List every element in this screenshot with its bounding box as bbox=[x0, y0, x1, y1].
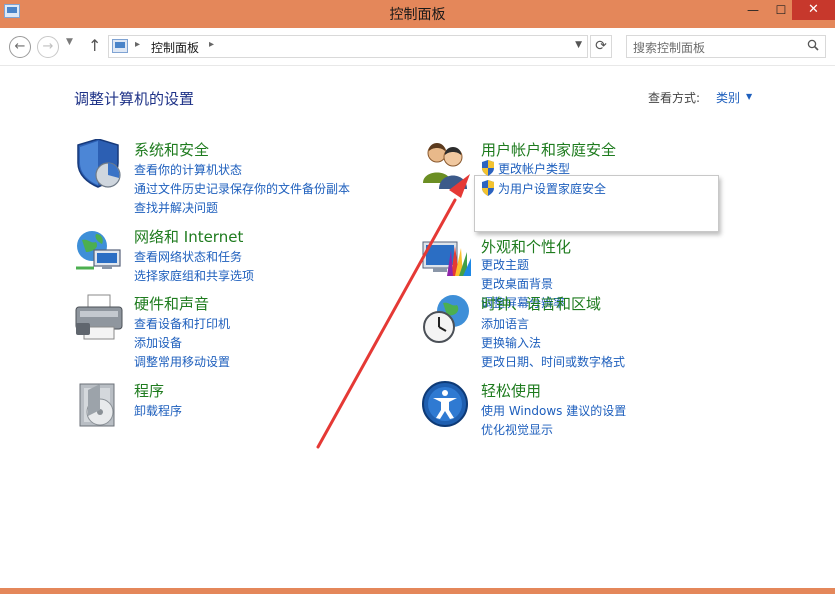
maximize-button[interactable]: ☐ bbox=[767, 0, 795, 20]
link-label: 为用户设置家庭安全 bbox=[498, 182, 607, 196]
window-bottom-border bbox=[0, 588, 835, 594]
link-change-input-method[interactable]: 更换输入法 bbox=[481, 334, 541, 351]
page-heading: 调整计算机的设置 bbox=[74, 90, 195, 108]
link-date-time-format[interactable]: 更改日期、时间或数字格式 bbox=[481, 353, 625, 370]
clock-globe-icon bbox=[423, 295, 469, 343]
uac-shield-icon bbox=[482, 180, 494, 196]
ease-of-access-icon bbox=[422, 381, 468, 427]
search-icon[interactable] bbox=[807, 39, 819, 51]
link-optimize-visual-display[interactable]: 优化视觉显示 bbox=[481, 421, 553, 438]
printer-icon bbox=[75, 294, 123, 340]
link-mobility-settings[interactable]: 调整常用移动设置 bbox=[134, 353, 230, 370]
category-title[interactable]: 外观和个性化 bbox=[481, 236, 571, 257]
minimize-button[interactable]: — bbox=[739, 0, 767, 20]
network-icon bbox=[76, 231, 121, 270]
link-change-account-type[interactable]: 更改帐户类型 bbox=[481, 160, 570, 177]
title-bar: 控制面板 — ☐ ✕ bbox=[0, 0, 835, 28]
background-text-faint bbox=[607, 181, 611, 195]
search-placeholder: 搜索控制面板 bbox=[633, 41, 706, 55]
refresh-button[interactable]: ⟳ bbox=[590, 35, 612, 58]
category-title[interactable]: 网络和 Internet bbox=[134, 226, 243, 247]
link-family-safety[interactable]: 为用户设置家庭安全 bbox=[481, 180, 606, 197]
up-button[interactable]: ↑ bbox=[88, 36, 101, 55]
view-by-dropdown[interactable]: 类别 bbox=[716, 89, 740, 106]
control-panel-window: ← → ▼ ↑ ▸ 控制面板 ▸ ▼ ⟳ 搜索控制面板 调整计算机的设置 查看方… bbox=[0, 28, 835, 588]
chevron-down-icon[interactable]: ▼ bbox=[746, 92, 752, 101]
recent-pages-dropdown-icon[interactable]: ▼ bbox=[66, 37, 73, 47]
forward-button[interactable]: → bbox=[37, 36, 59, 58]
link-add-language[interactable]: 添加语言 bbox=[481, 315, 529, 332]
address-bar[interactable]: ▸ 控制面板 ▸ ▼ bbox=[108, 35, 588, 58]
link-network-status[interactable]: 查看网络状态和任务 bbox=[134, 248, 242, 265]
category-title[interactable]: 系统和安全 bbox=[134, 139, 209, 160]
address-dropdown-icon[interactable]: ▼ bbox=[575, 40, 582, 50]
back-button[interactable]: ← bbox=[9, 36, 31, 58]
view-by-label: 查看方式: bbox=[648, 91, 701, 105]
link-windows-recommended-settings[interactable]: 使用 Windows 建议的设置 bbox=[481, 402, 626, 419]
category-title[interactable]: 硬件和声音 bbox=[134, 293, 209, 314]
link-change-theme[interactable]: 更改主题 bbox=[481, 256, 529, 273]
search-input[interactable]: 搜索控制面板 bbox=[626, 35, 826, 58]
control-panel-icon bbox=[112, 39, 128, 53]
link-file-history-backup[interactable]: 通过文件历史记录保存你的文件备份副本 bbox=[134, 180, 350, 197]
appearance-icon bbox=[422, 241, 471, 276]
breadcrumb-chevron-icon[interactable]: ▸ bbox=[209, 39, 214, 50]
shield-icon bbox=[77, 139, 121, 188]
background-text-faint bbox=[607, 201, 611, 214]
link-troubleshoot[interactable]: 查找并解决问题 bbox=[134, 199, 218, 216]
link-uninstall-program[interactable]: 卸载程序 bbox=[134, 402, 182, 419]
close-button[interactable]: ✕ bbox=[792, 0, 835, 20]
programs-icon bbox=[79, 383, 115, 427]
link-homegroup-sharing[interactable]: 选择家庭组和共享选项 bbox=[134, 267, 254, 284]
link-view-computer-status[interactable]: 查看你的计算机状态 bbox=[134, 161, 242, 178]
link-label: 更改帐户类型 bbox=[498, 162, 571, 176]
navigation-bar: ← → ▼ ↑ ▸ 控制面板 ▸ ▼ ⟳ 搜索控制面板 bbox=[0, 28, 835, 66]
link-devices-printers[interactable]: 查看设备和打印机 bbox=[134, 315, 230, 332]
window-title: 控制面板 bbox=[389, 7, 446, 23]
category-title[interactable]: 程序 bbox=[134, 380, 164, 401]
category-title[interactable]: 轻松使用 bbox=[481, 380, 541, 401]
link-add-device[interactable]: 添加设备 bbox=[134, 334, 182, 351]
breadcrumb-chevron-icon[interactable]: ▸ bbox=[135, 39, 140, 50]
breadcrumb-control-panel[interactable]: 控制面板 bbox=[151, 39, 199, 56]
category-title[interactable]: 用户帐户和家庭安全 bbox=[481, 139, 616, 160]
category-title[interactable]: 时钟、语言和区域 bbox=[481, 293, 601, 314]
link-desktop-background[interactable]: 更改桌面背景 bbox=[481, 275, 553, 292]
users-icon bbox=[423, 143, 467, 189]
uac-shield-icon bbox=[482, 160, 494, 176]
